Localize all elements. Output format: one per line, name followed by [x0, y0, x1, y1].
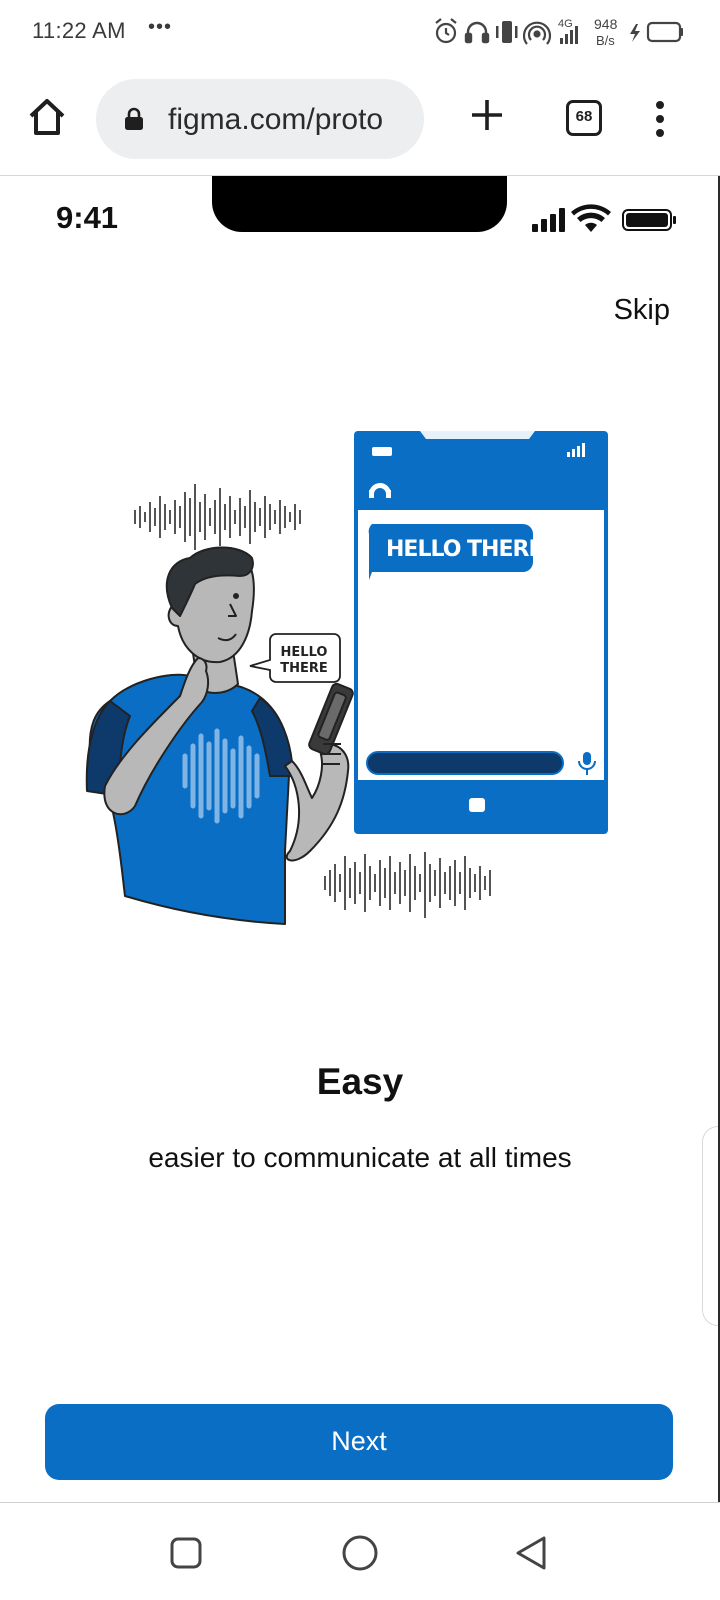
system-status-icons: 4G 948 B/s — [435, 16, 683, 48]
home-icon[interactable] — [26, 96, 68, 138]
net-speed-unit: B/s — [596, 33, 615, 48]
vibrate-icon — [496, 21, 518, 43]
skip-button[interactable]: Skip — [614, 294, 670, 327]
scroll-handle[interactable] — [702, 1126, 718, 1326]
triangle-back-icon[interactable] — [510, 1531, 554, 1575]
signal-bars-icon — [532, 208, 565, 232]
headphones-icon — [464, 21, 490, 44]
hotspot-icon — [522, 21, 552, 45]
system-status-bar: 11:22 AM ••• 4G 948 B/s — [0, 0, 720, 66]
onboarding-subtitle: easier to communicate at all times — [148, 1142, 572, 1173]
alarm-icon — [435, 18, 457, 44]
cellular-signal-icon: 4G — [558, 18, 578, 44]
square-icon[interactable] — [164, 1531, 208, 1575]
wifi-icon — [571, 204, 611, 232]
tabs-button[interactable]: 68 — [566, 100, 602, 136]
onboarding-illustration: HELLO THERE HELLO THERE — [85, 431, 608, 925]
system-time: 11:22 AM — [32, 18, 126, 43]
sound-wave-bottom — [324, 852, 491, 918]
net-speed-value: 948 — [594, 16, 618, 32]
svg-text:4G: 4G — [558, 18, 573, 30]
device-status-icons — [532, 204, 676, 232]
device-status-time: 9:41 — [56, 200, 119, 235]
next-button[interactable]: Next — [45, 1404, 673, 1480]
plus-icon[interactable] — [470, 98, 504, 132]
speech-bubble: HELLO THERE — [249, 633, 341, 683]
lock-icon — [125, 107, 143, 130]
battery-charging-icon — [630, 21, 683, 43]
kebab-menu-icon[interactable] — [652, 99, 668, 139]
battery-icon — [622, 209, 676, 231]
next-button-label: Next — [331, 1426, 387, 1456]
address-bar[interactable]: figma.com/proto — [96, 79, 424, 159]
browser-toolbar: figma.com/proto 68 — [0, 66, 720, 176]
speech-bubble-line2: THERE — [280, 661, 328, 676]
sound-wave-top — [134, 484, 301, 550]
tab-count: 68 — [575, 108, 593, 125]
speech-bubble-line1: HELLO — [281, 645, 328, 660]
chat-phone-mockup: HELLO THERE — [354, 431, 608, 834]
more-notifications-indicator: ••• — [148, 16, 173, 38]
device-notch — [212, 176, 507, 232]
prototype-screen: 9:41 Skip HELLO THERE HELLO THERE Easy e… — [0, 176, 720, 1502]
phone-chat-bubble-text: HELLO THERE — [386, 537, 542, 562]
url-text: figma.com/proto — [168, 103, 384, 136]
man-figure — [85, 546, 354, 925]
system-navigation-bar — [0, 1502, 720, 1600]
onboarding-title: Easy — [316, 1061, 404, 1102]
circle-icon[interactable] — [338, 1531, 382, 1575]
